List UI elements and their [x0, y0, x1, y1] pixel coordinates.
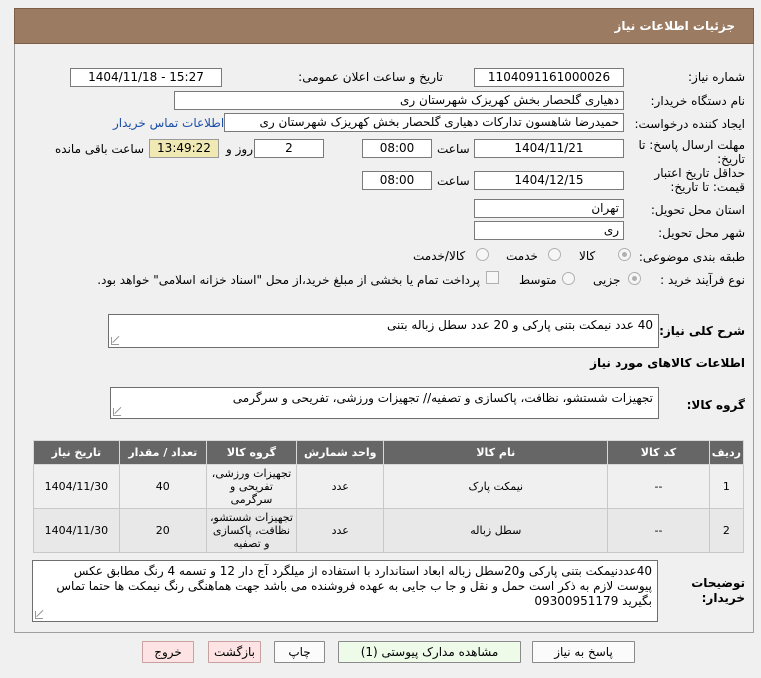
resize-grip-icon[interactable]	[113, 408, 121, 416]
remaining-time-label: ساعت باقی مانده	[55, 142, 145, 156]
print-button[interactable]: چاپ	[274, 641, 325, 663]
goods-section-title: اطلاعات کالاهای مورد نیاز	[590, 356, 745, 370]
announce-datetime-label: تاریخ و ساعت اعلان عمومی:	[298, 70, 443, 84]
deadline-days-label: روز و	[226, 142, 253, 156]
category-radio-service[interactable]	[548, 248, 561, 261]
process-radio-minor[interactable]	[628, 272, 641, 285]
table-row[interactable]: 2 -- سطل زباله عدد تجهیزات شستشو، نظافت،…	[33, 508, 745, 553]
price-validity-time-field: 08:00	[362, 171, 432, 190]
view-attachments-button[interactable]: مشاهده مدارک پیوستی (1)	[338, 641, 521, 663]
delivery-city-field: ری	[474, 221, 624, 240]
need-number-label: شماره نیاز:	[688, 70, 745, 84]
buyer-notes-text: 40عددنیمکت بتنی پارکی و20سطل زباله ابعاد…	[56, 564, 652, 608]
summary-textarea[interactable]: 40 عدد نیمکت بتنی پارکی و 20 عدد سطل زبا…	[108, 314, 659, 348]
price-validity-label: حداقل تاریخ اعتبار قیمت: تا تاریخ:	[654, 166, 745, 194]
cell-date: 1404/11/30	[33, 508, 120, 553]
summary-label: شرح کلی نیاز:	[659, 324, 745, 338]
deadline-time-label: ساعت	[437, 142, 470, 156]
goods-group-label: گروه کالا:	[686, 398, 745, 412]
cell-qty: 20	[118, 508, 207, 553]
delivery-city-label: شهر محل تحویل:	[658, 226, 745, 240]
cell-row: 1	[708, 464, 745, 509]
price-validity-date-field: 1404/12/15	[474, 171, 624, 190]
treasury-payment-note: پرداخت تمام یا بخشی از مبلغ خرید،از محل …	[97, 273, 480, 287]
process-radio-medium[interactable]	[562, 272, 575, 285]
deadline-date-field: 1404/11/21	[474, 139, 624, 158]
category-option-goods: کالا	[579, 249, 596, 263]
cell-group: تجهیزات ورزشی، تفریحی و سرگرمی	[205, 464, 298, 509]
treasury-payment-checkbox[interactable]	[486, 271, 499, 284]
col-header-qty: تعداد / مقدار	[118, 440, 207, 465]
resize-grip-icon[interactable]	[35, 611, 43, 619]
cell-name: نیمکت پارک	[383, 464, 609, 509]
col-header-name: نام کالا	[383, 440, 609, 465]
table-row[interactable]: 1 -- نیمکت پارک عدد تجهیزات ورزشی، تفریح…	[33, 464, 745, 509]
deadline-label: مهلت ارسال پاسخ: تا تاریخ:	[638, 138, 745, 166]
goods-group-text: تجهیزات شستشو، نظافت، پاکسازی و تصفیه// …	[232, 391, 653, 405]
category-option-service: خدمت	[506, 249, 538, 263]
buyer-org-label: نام دستگاه خریدار:	[650, 94, 746, 108]
delivery-province-label: استان محل تحویل:	[650, 203, 745, 217]
cell-unit: عدد	[296, 508, 385, 553]
cell-row: 2	[708, 508, 745, 553]
requester-label: ایجاد کننده درخواست:	[634, 117, 745, 131]
need-number-field: 1104091161000026	[474, 68, 624, 87]
cell-code: --	[607, 508, 710, 553]
cell-code: --	[607, 464, 710, 509]
cell-group: تجهیزات شستشو، نظافت، پاکسازی و تصفیه	[205, 508, 298, 553]
buyer-contact-link[interactable]: اطلاعات تماس خریدار	[113, 116, 224, 130]
buyer-notes-label: توضیحات خریدار:	[691, 576, 745, 605]
process-type-label: نوع فرآیند خرید :	[660, 273, 745, 287]
deadline-time-field: 08:00	[362, 139, 432, 158]
category-option-goods-service: کالا/خدمت	[413, 249, 466, 263]
price-validity-time-label: ساعت	[437, 174, 470, 188]
back-button[interactable]: بازگشت	[208, 641, 261, 663]
col-header-unit: واحد شمارش	[296, 440, 385, 465]
col-header-group: گروه کالا	[205, 440, 298, 465]
summary-text: 40 عدد نیمکت بتنی پارکی و 20 عدد سطل زبا…	[387, 318, 653, 332]
delivery-province-field: تهران	[474, 199, 624, 218]
announce-datetime-field: 1404/11/18 - 15:27	[70, 68, 222, 87]
goods-group-textarea[interactable]: تجهیزات شستشو، نظافت، پاکسازی و تصفیه// …	[110, 387, 659, 419]
col-header-date: تاریخ نیاز	[33, 440, 120, 465]
exit-button[interactable]: خروج	[142, 641, 194, 663]
col-header-row: ردیف	[708, 440, 745, 465]
buyer-notes-textarea[interactable]: 40عددنیمکت بتنی پارکی و20سطل زباله ابعاد…	[32, 560, 658, 622]
table-header-row: ردیف کد کالا نام کالا واحد شمارش گروه کا…	[33, 440, 745, 465]
requester-field: حمیدرضا شاهسون تدارکات دهیاری گلحصار بخش…	[224, 113, 624, 132]
process-option-minor: جزیی	[593, 273, 621, 287]
cell-qty: 40	[118, 464, 207, 509]
cell-unit: عدد	[296, 464, 385, 509]
deadline-days-field: 2	[254, 139, 324, 158]
buyer-org-field: دهیاری گلحصار بخش کهریزک شهرستان ری	[174, 91, 624, 110]
cell-name: سطل زباله	[383, 508, 609, 553]
category-label: طبقه بندی موضوعی:	[638, 250, 745, 264]
process-option-medium: متوسط	[519, 273, 557, 287]
goods-table: ردیف کد کالا نام کالا واحد شمارش گروه کا…	[33, 440, 745, 553]
header-bar: جزئیات اطلاعات نیاز	[14, 8, 754, 44]
cell-date: 1404/11/30	[33, 464, 120, 509]
col-header-code: کد کالا	[607, 440, 710, 465]
page-title: جزئیات اطلاعات نیاز	[614, 19, 735, 33]
category-radio-goods-service[interactable]	[476, 248, 489, 261]
resize-grip-icon[interactable]	[111, 337, 119, 345]
remaining-time-field: 13:49:22	[149, 139, 219, 158]
category-radio-goods[interactable]	[618, 248, 631, 261]
reply-button[interactable]: پاسخ به نیاز	[532, 641, 635, 663]
